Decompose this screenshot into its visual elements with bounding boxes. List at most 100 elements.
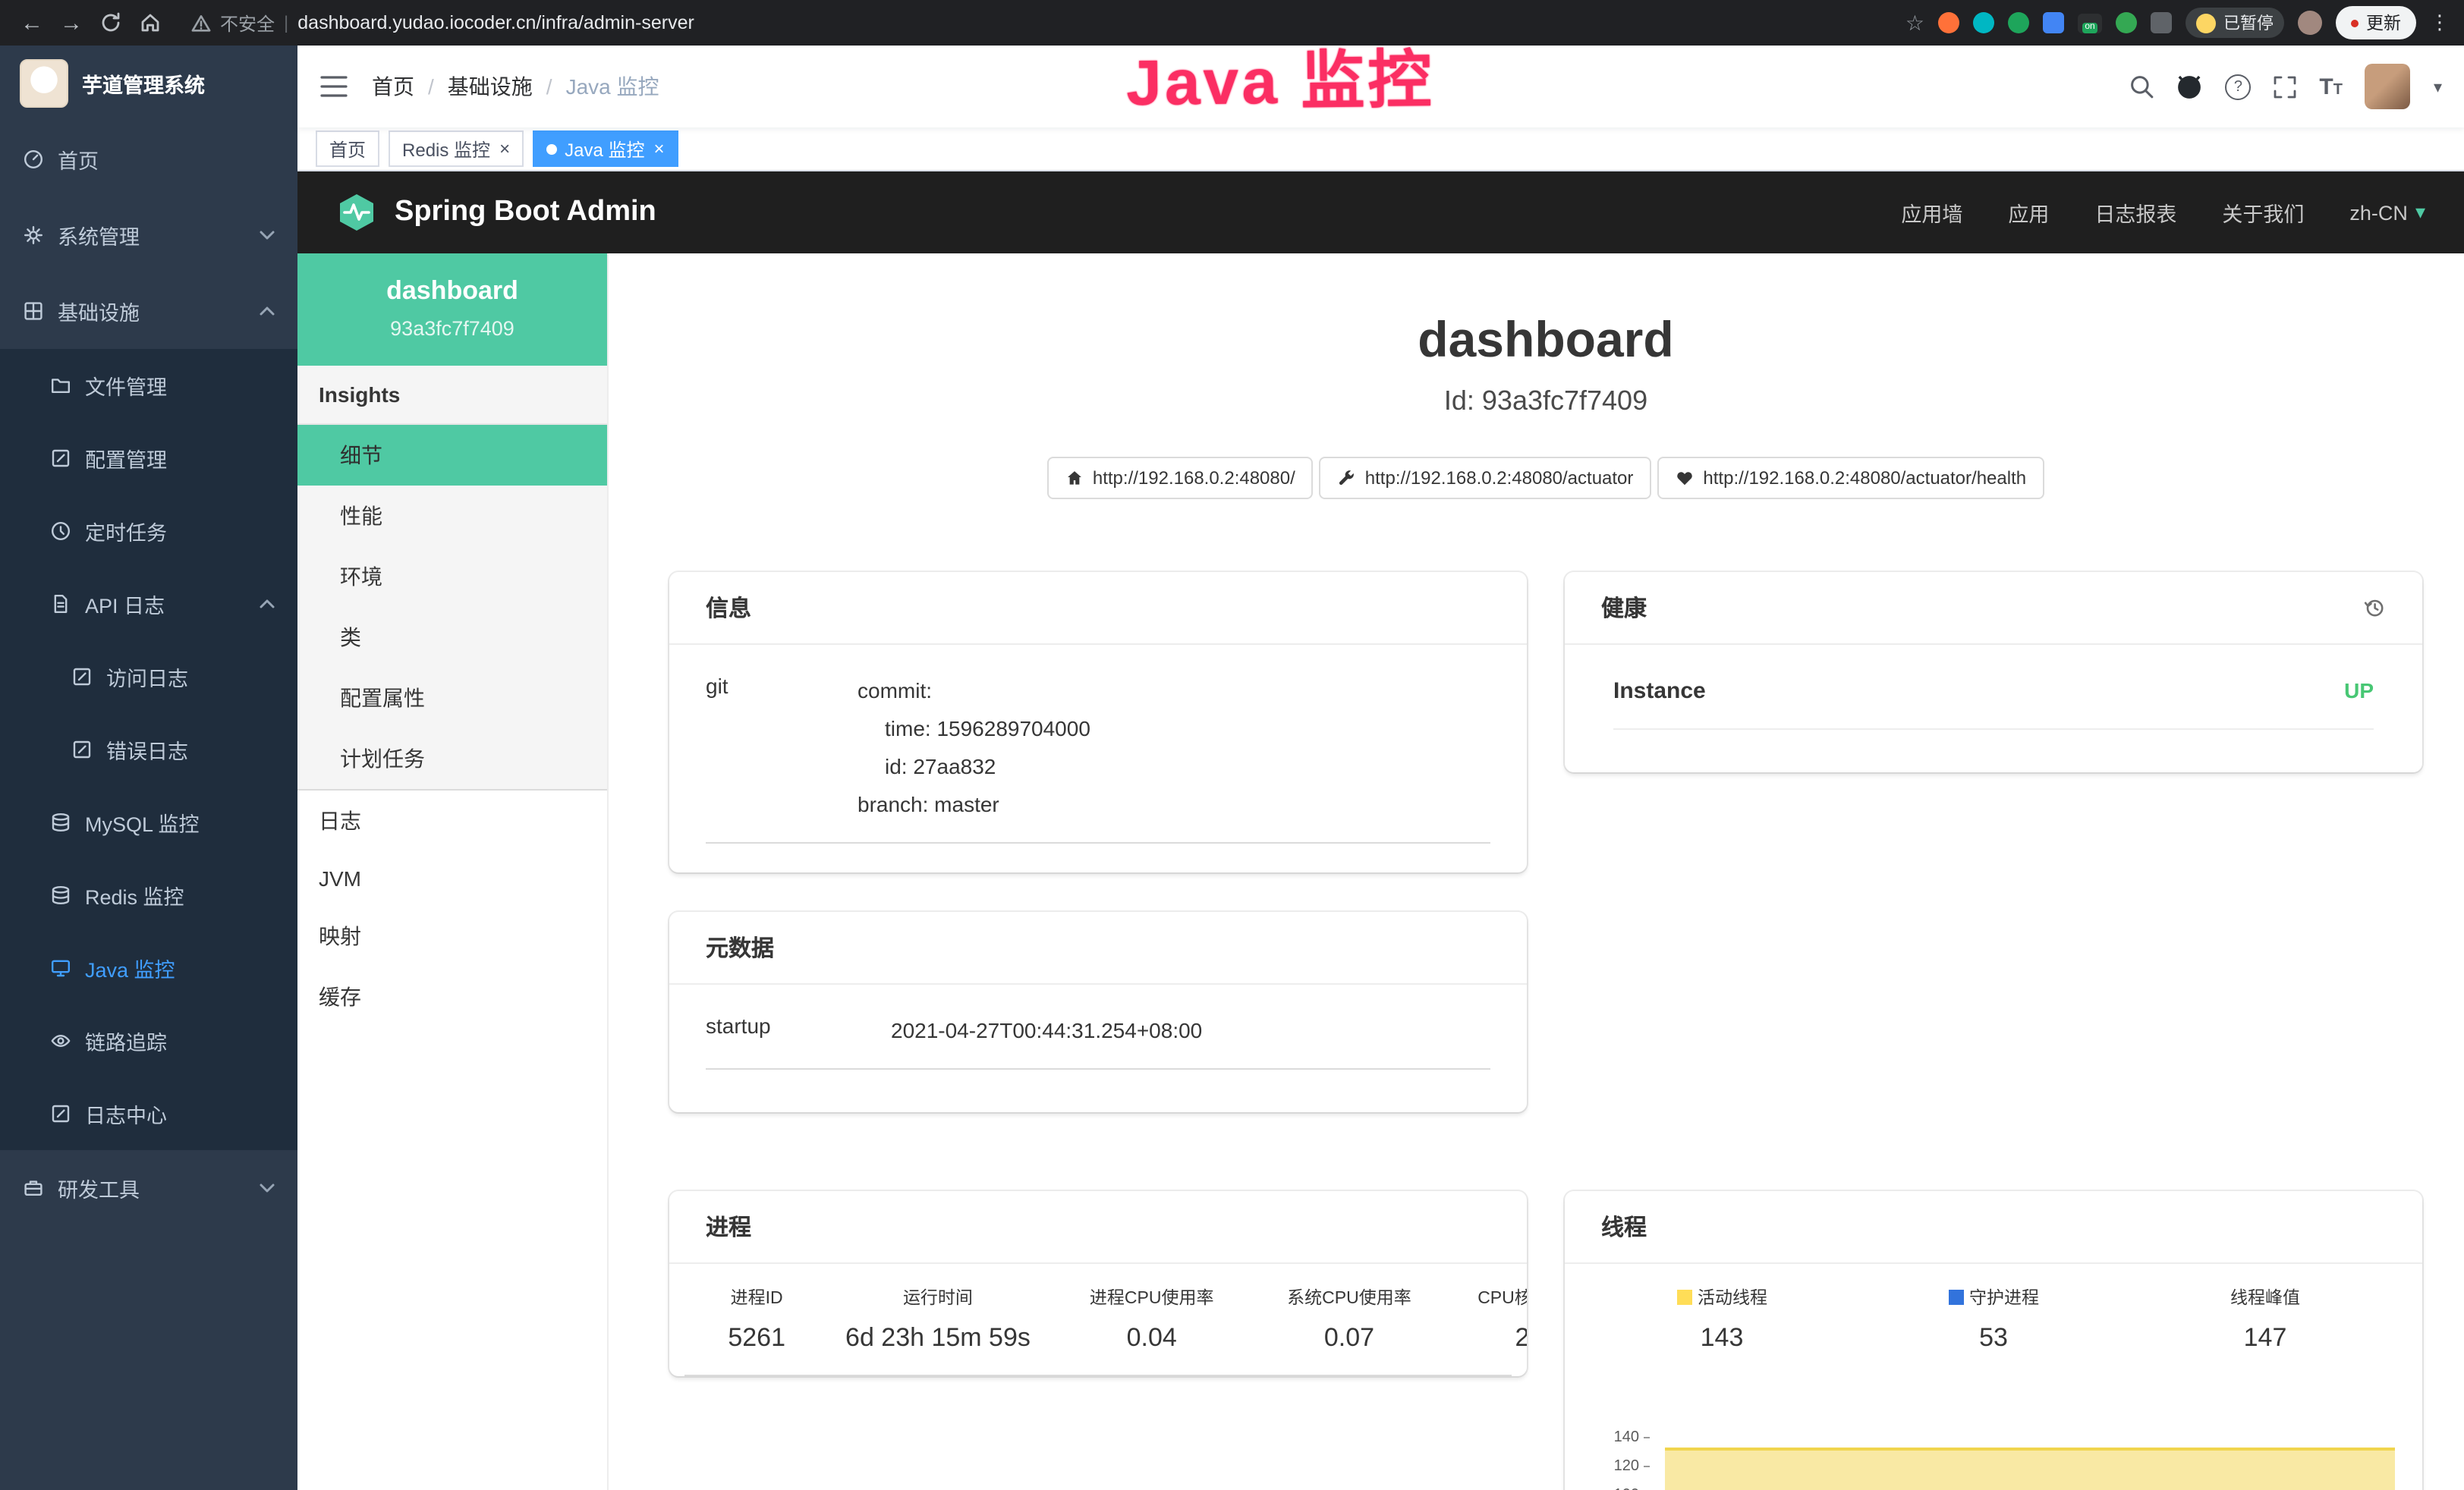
warning-icon xyxy=(191,13,211,33)
sidebar-item-log-center[interactable]: 日志中心 xyxy=(0,1077,297,1150)
metric-live-threads: 活动线程 143 xyxy=(1586,1285,1858,1353)
user-avatar[interactable] xyxy=(2365,64,2411,109)
menu-item-scheduled-tasks[interactable]: 计划任务 xyxy=(297,728,607,789)
tab-redis-monitor[interactable]: Redis 监控 × xyxy=(389,130,524,167)
breadcrumb-infra[interactable]: 基础设施 xyxy=(448,71,533,102)
instance-id: 93a3fc7f7409 xyxy=(313,317,592,340)
extension-icon-blue-grid[interactable] xyxy=(2043,12,2064,33)
instance-links: http://192.168.0.2:48080/ http://192.168… xyxy=(669,457,2422,499)
sidebar-item-config-mgmt[interactable]: 配置管理 xyxy=(0,422,297,495)
avatar-caret-icon[interactable]: ▾ xyxy=(2434,77,2442,96)
actuator-url-link[interactable]: http://192.168.0.2:48080/actuator xyxy=(1320,457,1652,499)
doc-edit-icon xyxy=(71,666,93,687)
menu-item-details[interactable]: 细节 xyxy=(297,425,607,486)
threads-card: 线程 活动线程 1 xyxy=(1565,1191,2422,1490)
extension-icon-green-v[interactable] xyxy=(2008,12,2029,33)
bookmark-star-icon[interactable]: ☆ xyxy=(1905,10,1924,36)
fullscreen-icon[interactable] xyxy=(2274,75,2296,98)
chevron-up-icon xyxy=(260,599,275,608)
menu-item-mappings[interactable]: 映射 xyxy=(297,906,607,967)
sba-sidebar: dashboard 93a3fc7f7409 Insights 细节 性能 环境… xyxy=(297,253,609,1490)
sba-nav-journal[interactable]: 日志报表 xyxy=(2094,197,2176,228)
back-icon[interactable]: ← xyxy=(15,6,49,39)
menu-item-logs[interactable]: 日志 xyxy=(297,791,607,851)
metric-label: 线程峰值 xyxy=(2230,1285,2300,1309)
service-url-link[interactable]: http://192.168.0.2:48080/ xyxy=(1047,457,1314,499)
tab-java-monitor[interactable]: Java 监控 × xyxy=(533,130,678,167)
extension-icon-orange[interactable] xyxy=(1938,12,1959,33)
breadcrumb: 首页 / 基础设施 / Java 监控 xyxy=(372,71,659,102)
sba-nav-about[interactable]: 关于我们 xyxy=(2222,197,2304,228)
sidebar-item-label: 首页 xyxy=(58,144,99,174)
active-threads-area xyxy=(1665,1448,2395,1490)
link-label: http://192.168.0.2:48080/actuator xyxy=(1365,467,1634,489)
locale-selector[interactable]: zh-CN ▾ xyxy=(2349,200,2425,225)
browser-profile-avatar[interactable] xyxy=(2298,11,2322,35)
sba-nav-wallboard[interactable]: 应用墙 xyxy=(1901,197,1962,228)
extension-icon-switch[interactable]: on xyxy=(2078,13,2102,33)
breadcrumb-separator: / xyxy=(546,74,552,99)
sba-brand[interactable]: Spring Boot Admin xyxy=(395,196,656,229)
sidebar-item-api-logs[interactable]: API 日志 xyxy=(0,567,297,640)
history-icon[interactable] xyxy=(2363,596,2386,619)
sidebar-item-infra[interactable]: 基础设施 xyxy=(0,273,297,349)
url-text[interactable]: dashboard.yudao.iocoder.cn/infra/admin-s… xyxy=(297,12,694,33)
sidebar-item-system[interactable]: 系统管理 xyxy=(0,197,297,273)
search-icon[interactable] xyxy=(2129,74,2154,99)
app-layout: 芋道管理系统 首页 系统管理 基础设施 文件管理 配置 xyxy=(0,46,2464,1490)
tab-home[interactable]: 首页 xyxy=(316,130,379,167)
health-row-instance[interactable]: Instance UP xyxy=(1613,678,2374,730)
info-card-header: 信息 xyxy=(669,572,1527,645)
metric-label: 活动线程 xyxy=(1698,1285,1767,1309)
metric-label-row: 活动线程 xyxy=(1595,1285,1849,1309)
security-label[interactable]: 不安全 xyxy=(220,10,275,36)
extension-icon-teal[interactable] xyxy=(1973,12,1994,33)
help-icon[interactable]: ? xyxy=(2225,74,2251,99)
instance-header[interactable]: dashboard 93a3fc7f7409 xyxy=(297,253,607,366)
sidebar-item-java-monitor[interactable]: Java 监控 xyxy=(0,932,297,1004)
menu-item-config-props[interactable]: 配置属性 xyxy=(297,668,607,728)
sidebar-item-tracing[interactable]: 链路追踪 xyxy=(0,1004,297,1077)
close-icon[interactable]: × xyxy=(499,138,510,159)
home-icon xyxy=(1065,469,1084,487)
browser-toolbar-right: ☆ on 已暂停 更新 ⋮ xyxy=(1905,6,2450,39)
sidebar-item-scheduled-jobs[interactable]: 定时任务 xyxy=(0,495,297,567)
github-icon[interactable] xyxy=(2176,74,2202,99)
sba-nav-applications[interactable]: 应用 xyxy=(2008,197,2049,228)
sidebar-item-mysql-monitor[interactable]: MySQL 监控 xyxy=(0,786,297,859)
font-size-icon[interactable]: T T xyxy=(2319,75,2343,98)
address-bar[interactable]: 不安全 | dashboard.yudao.iocoder.cn/infra/a… xyxy=(191,10,1899,36)
menu-item-environment[interactable]: 环境 xyxy=(297,546,607,607)
menu-item-classes[interactable]: 类 xyxy=(297,607,607,668)
sidebar-item-dev-tools[interactable]: 研发工具 xyxy=(0,1150,297,1226)
app-sidebar: 芋道管理系统 首页 系统管理 基础设施 文件管理 配置 xyxy=(0,46,297,1490)
breadcrumb-home[interactable]: 首页 xyxy=(372,71,414,102)
forward-icon[interactable]: → xyxy=(55,6,88,39)
app-logo xyxy=(20,59,68,108)
sidebar-item-label: 日志中心 xyxy=(85,1099,167,1129)
paused-badge[interactable]: 已暂停 xyxy=(2186,8,2284,38)
hamburger-icon[interactable] xyxy=(320,76,348,97)
menu-item-performance[interactable]: 性能 xyxy=(297,486,607,546)
metric-label: 进程CPU使用率 xyxy=(1062,1285,1241,1309)
instance-name: dashboard xyxy=(313,276,592,306)
sidebar-item-redis-monitor[interactable]: Redis 监控 xyxy=(0,859,297,932)
menu-item-caches[interactable]: 缓存 xyxy=(297,967,607,1027)
sidebar-item-file-mgmt[interactable]: 文件管理 xyxy=(0,349,297,422)
browser-menu-icon[interactable]: ⋮ xyxy=(2430,11,2450,35)
reload-icon[interactable] xyxy=(94,6,127,39)
sidebar-item-home[interactable]: 首页 xyxy=(0,121,297,197)
update-button[interactable]: 更新 xyxy=(2336,6,2416,39)
health-card-body: Instance UP xyxy=(1565,645,2422,730)
app-logo-row[interactable]: 芋道管理系统 xyxy=(0,46,297,121)
sidebar-item-access-logs[interactable]: 访问日志 xyxy=(0,640,297,713)
sidebar-item-error-logs[interactable]: 错误日志 xyxy=(0,713,297,786)
close-icon[interactable]: × xyxy=(653,138,664,159)
card-title: 健康 xyxy=(1601,592,1647,624)
menu-item-jvm[interactable]: JVM xyxy=(297,851,607,906)
health-url-link[interactable]: http://192.168.0.2:48080/actuator/health xyxy=(1657,457,2044,499)
home-icon[interactable] xyxy=(134,6,167,39)
extension-icon-puzzle[interactable] xyxy=(2151,12,2172,33)
extension-icon-leaf[interactable] xyxy=(2116,12,2137,33)
metadata-card: 元数据 startup 2021-04-27T00:44:31.254+08:0… xyxy=(669,912,1527,1112)
